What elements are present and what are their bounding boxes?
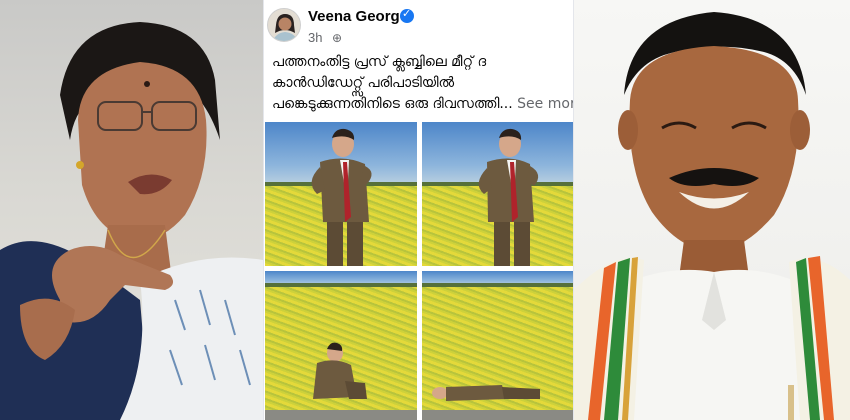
- man-figure: [478, 128, 539, 266]
- post-text-line: പങ്കെടുക്കുന്നതിനിടെ ഒരു ദിവസത്തി... See…: [272, 94, 573, 115]
- photo-tile-2[interactable]: [422, 122, 573, 266]
- post-text-line-content: പങ്കെടുക്കുന്നതിനിടെ ഒരു ദിവസത്തി...: [272, 96, 513, 112]
- photo-tile-4[interactable]: [422, 271, 573, 420]
- post-text-line: പത്തനംതിട്ട പ്രസ് ക്ലബ്ബിലെ മീറ്റ് ദ: [272, 54, 487, 70]
- man-sitting-figure: [313, 342, 367, 399]
- post-author-name[interactable]: Veena George: [308, 8, 408, 25]
- right-photo-man: [574, 0, 850, 420]
- avatar-image: [268, 9, 300, 41]
- see-more-link[interactable]: See more: [517, 96, 573, 112]
- woman-portrait: [0, 22, 263, 420]
- post-timestamp[interactable]: 3h: [308, 30, 322, 45]
- post-photo-grid[interactable]: [265, 122, 573, 420]
- post-text-line: കാൻഡിഡേറ്റ്സ് പരിപാടിയിൽ: [272, 75, 455, 91]
- globe-icon: ⊕: [332, 31, 343, 45]
- verified-badge-icon: [400, 7, 414, 23]
- left-photo-woman: [0, 0, 263, 420]
- man-lying-figure: [432, 385, 540, 401]
- photo-tile-1[interactable]: [265, 122, 417, 266]
- man-portrait: [574, 12, 850, 420]
- photo-tile-3[interactable]: [265, 271, 417, 420]
- facebook-post: Veena George 3h ⊕ പത്തനംതിട്ട പ്രസ് ക്ലബ…: [263, 0, 574, 420]
- post-text: പത്തനംതിട്ട പ്രസ് ക്ലബ്ബിലെ മീറ്റ് ദ കാൻ…: [272, 52, 573, 115]
- post-header: Veena George 3h ⊕: [264, 0, 573, 52]
- author-avatar[interactable]: [267, 8, 301, 42]
- man-figure: [311, 128, 372, 266]
- composite-image: Veena George 3h ⊕ പത്തനംതിട്ട പ്രസ് ക്ലബ…: [0, 0, 850, 420]
